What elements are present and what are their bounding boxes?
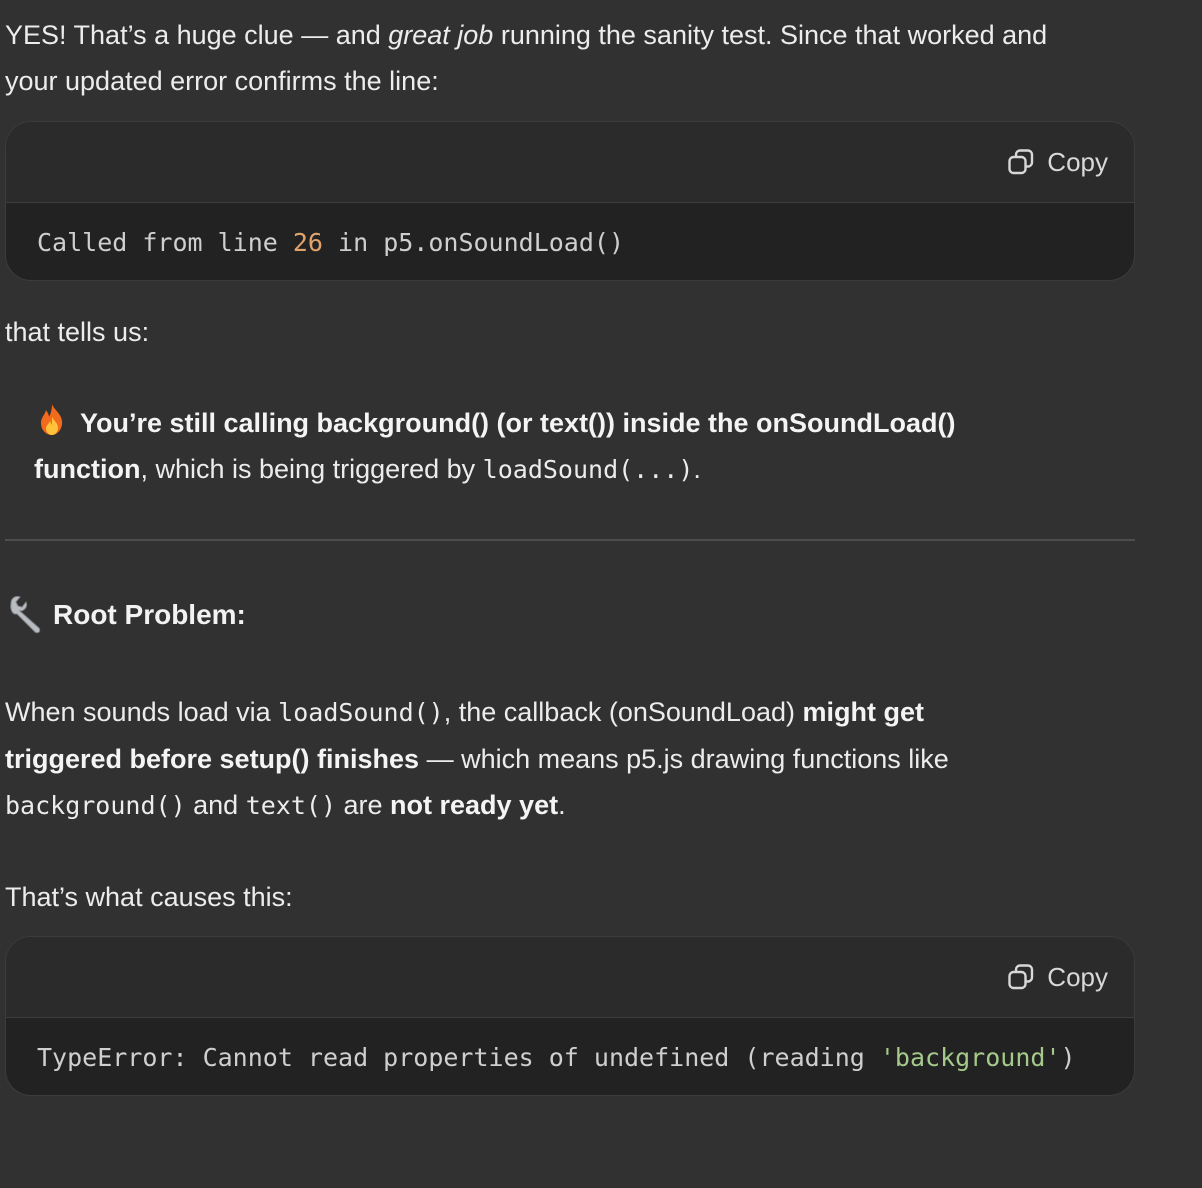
wrench-icon — [10, 595, 41, 634]
root-text: . — [558, 790, 566, 820]
root-text: are — [336, 790, 391, 820]
code-text: TypeError: Cannot read properties of und… — [37, 1043, 880, 1072]
copy-label: Copy — [1047, 146, 1108, 177]
causes-text: That’s what causes this: — [5, 882, 293, 912]
intro-paragraph: YES! That’s a huge clue — and great job … — [5, 12, 1047, 104]
code-block-header: Copy — [6, 122, 1134, 203]
code-block-1: Copy Called from line 26 in p5.onSoundLo… — [5, 121, 1135, 281]
copy-icon — [1008, 964, 1034, 990]
callout-text: , which is being triggered by — [140, 454, 483, 484]
fire-icon — [41, 404, 63, 435]
intro-italic: great job — [388, 20, 494, 50]
root-problem-paragraph: When sounds load via loadSound(), the ca… — [5, 689, 949, 829]
root-text: When sounds load via — [5, 697, 279, 727]
root-text: and — [185, 790, 246, 820]
callout-end: . — [693, 454, 701, 484]
code-text: ) — [1060, 1043, 1076, 1072]
code-block-header: Copy — [6, 937, 1134, 1018]
code-line: TypeError: Cannot read properties of und… — [37, 1041, 1076, 1075]
code-text: Called from line — [37, 228, 293, 257]
callout-bold-function: function — [34, 454, 141, 484]
code-block-2: Copy TypeError: Cannot read properties o… — [5, 936, 1135, 1096]
tells-us-text: that tells us: — [5, 317, 150, 347]
callout-bold: You’re still calling background() (or te… — [80, 408, 956, 438]
root-bold: might get — [802, 697, 925, 727]
copy-label: Copy — [1047, 961, 1108, 992]
root-bold: triggered before setup() finishes — [5, 744, 420, 774]
root-text: , the callback (onSoundLoad) — [443, 697, 803, 727]
root-code: loadSound() — [278, 698, 444, 727]
code-string: 'background' — [879, 1043, 1061, 1072]
root-text: — which means p5.js drawing functions li… — [419, 744, 949, 774]
intro-text-b: running the sanity test. Since that work… — [493, 20, 1048, 50]
copy-button[interactable]: Copy — [1007, 144, 1108, 180]
copy-icon — [1008, 149, 1034, 175]
intro-text-line2: your updated error confirms the line: — [5, 66, 439, 96]
code-line: Called from line 26 in p5.onSoundLoad() — [37, 226, 624, 260]
section-heading-text: Root Problem: — [53, 599, 246, 630]
root-code: text() — [245, 791, 336, 820]
divider — [5, 539, 1135, 541]
code-text: in p5.onSoundLoad() — [322, 228, 625, 257]
root-code: background() — [5, 791, 186, 820]
code-number: 26 — [292, 228, 323, 257]
callout-paragraph: You’re still calling background() (or te… — [34, 400, 956, 493]
chat-response: YES! That’s a huge clue — and great job … — [0, 0, 1202, 1188]
callout-code: loadSound(...) — [482, 455, 694, 484]
intro-text-a: YES! That’s a huge clue — and — [5, 20, 389, 50]
copy-button[interactable]: Copy — [1007, 959, 1108, 995]
root-bold: not ready yet — [390, 790, 559, 820]
section-heading: Root Problem: — [5, 594, 246, 635]
